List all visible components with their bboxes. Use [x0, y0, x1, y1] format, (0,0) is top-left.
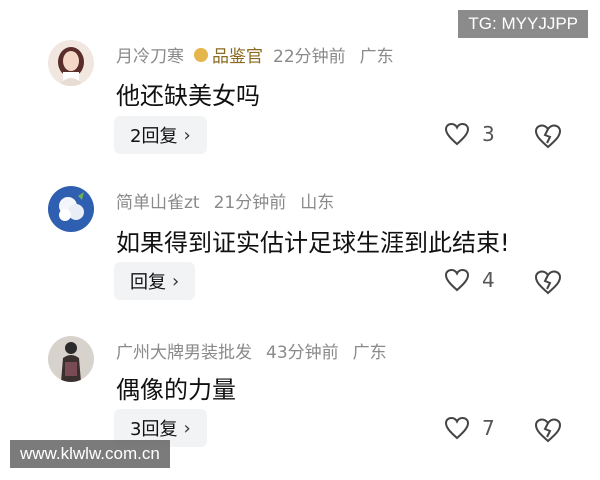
chevron-right-icon: › [172, 270, 180, 292]
comment-meta: 简单山雀zt 21分钟前 山东 [116, 188, 334, 213]
badge-medal-icon [194, 47, 208, 62]
comment-time: 22分钟前 [273, 47, 346, 67]
avatar[interactable] [48, 336, 94, 382]
username[interactable]: 简单山雀zt [116, 188, 200, 213]
broken-heart-icon[interactable] [534, 416, 562, 444]
reply-button[interactable]: 2回复 › [114, 116, 207, 154]
comment-meta: 月冷刀寒 品鉴官 22分钟前 广东 [116, 42, 394, 67]
like-count: 7 [482, 416, 495, 440]
comment-location: 广东 [352, 343, 387, 363]
username[interactable]: 月冷刀寒 [116, 42, 184, 67]
heart-icon [444, 122, 470, 146]
watermark-site: www.klwlw.com.cn [10, 440, 170, 468]
like-button[interactable]: 4 [444, 268, 495, 292]
comment-feed: 月冷刀寒 品鉴官 22分钟前 广东 他还缺美女吗 2回复 › 3 简单山雀zt … [20, 30, 580, 470]
watermark-tg: TG: MYYJJPP [458, 10, 588, 38]
avatar-flower-icon [48, 186, 94, 232]
broken-heart-icon[interactable] [534, 268, 562, 296]
reply-button[interactable]: 回复 › [114, 262, 196, 300]
comment-location: 山东 [300, 193, 335, 213]
reply-label: 回复 [130, 272, 166, 293]
heart-icon [444, 416, 470, 440]
comment-time: 43分钟前 [266, 343, 339, 363]
like-button[interactable]: 3 [444, 122, 495, 146]
comment-text: 他还缺美女吗 [116, 82, 260, 110]
like-count: 3 [482, 122, 495, 146]
avatar-mannequin-icon [48, 336, 94, 382]
avatar[interactable] [48, 186, 94, 232]
heart-icon [444, 268, 470, 292]
avatar-woman-icon [48, 40, 94, 86]
reply-label: 2回复 [130, 126, 178, 147]
user-badge: 品鉴官 [194, 42, 263, 67]
avatar[interactable] [48, 40, 94, 86]
username[interactable]: 广州大牌男装批发 [116, 338, 252, 363]
comment-meta: 广州大牌男装批发 43分钟前 广东 [116, 338, 387, 363]
comment-time: 21分钟前 [213, 193, 287, 213]
comment-text: 偶像的力量 [116, 376, 236, 404]
reply-label: 3回复 [130, 419, 178, 440]
like-button[interactable]: 7 [444, 416, 495, 440]
like-count: 4 [482, 268, 495, 292]
chevron-right-icon: › [183, 124, 191, 146]
badge-label: 品鉴官 [212, 47, 263, 67]
comment-text: 如果得到证实估计足球生涯到此结束! [116, 229, 510, 257]
comment-location: 广东 [359, 47, 394, 67]
broken-heart-icon[interactable] [534, 122, 562, 150]
chevron-right-icon: › [183, 417, 191, 439]
